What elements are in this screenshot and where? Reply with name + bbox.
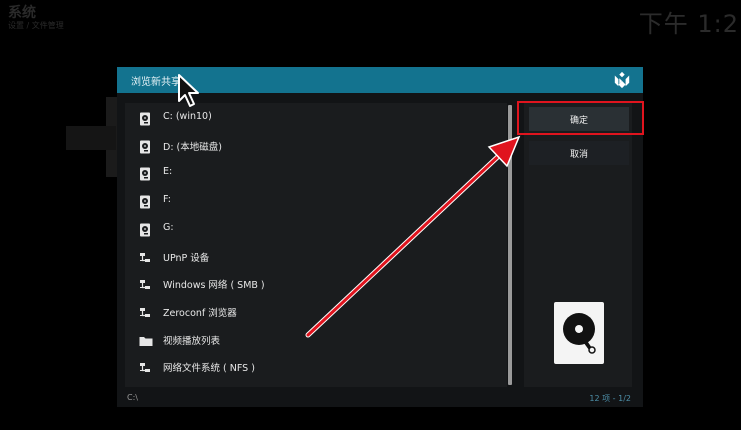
list-item[interactable]: Zeroconf 浏览器 bbox=[133, 301, 507, 323]
preview-panel bbox=[525, 281, 629, 385]
list-item-label: E: bbox=[163, 166, 173, 178]
page-indicator: 12 项 - 1/2 bbox=[589, 394, 631, 403]
list-item[interactable]: UPnP 设备 bbox=[133, 246, 507, 268]
drive-icon bbox=[139, 111, 151, 126]
source-list: C: (win10) D: (本地磁盘) E: F: G: UPnP 设备 Windows … bbox=[125, 103, 507, 387]
list-item[interactable]: G: bbox=[133, 218, 507, 240]
dialog-title: 浏览新共享 bbox=[131, 77, 181, 88]
list-item-label: D: (本地磁盘) bbox=[163, 141, 222, 153]
list-item-label: UPnP 设备 bbox=[163, 252, 210, 264]
network-icon bbox=[139, 305, 151, 319]
list-item-label: 网络文件系统 ( NFS ) bbox=[163, 363, 255, 375]
list-item-label: F: bbox=[163, 194, 171, 206]
browse-share-dialog: 浏览新共享 C: (win10) D: (本地磁盘) E: F: G: UPnP 设备 Wi… bbox=[117, 67, 644, 407]
background-subtitle: 设置 / 文件管理 bbox=[8, 21, 64, 30]
background-title: 系统 bbox=[8, 5, 36, 21]
list-item-label: Zeroconf 浏览器 bbox=[163, 307, 237, 319]
list-item[interactable]: D: (本地磁盘) bbox=[133, 135, 507, 157]
drive-icon bbox=[139, 222, 151, 237]
list-item[interactable]: Windows 网络 ( SMB ) bbox=[133, 273, 507, 295]
folder-icon bbox=[139, 333, 153, 347]
mouse-cursor-icon bbox=[178, 74, 199, 107]
list-item[interactable]: 网络文件系统 ( NFS ) bbox=[133, 356, 507, 378]
drive-icon bbox=[139, 194, 151, 209]
list-item[interactable]: C: (win10) bbox=[133, 107, 507, 129]
drive-icon bbox=[139, 166, 151, 181]
background-shape bbox=[66, 126, 116, 150]
hard-drive-icon bbox=[563, 313, 596, 354]
list-item-label: Windows 网络 ( SMB ) bbox=[163, 280, 265, 292]
cancel-button[interactable]: 取消 bbox=[529, 141, 629, 165]
list-item-label: 视频播放列表 bbox=[163, 335, 221, 347]
list-item-label: G: bbox=[163, 221, 174, 233]
drive-icon bbox=[139, 139, 151, 154]
network-icon bbox=[139, 277, 151, 291]
preview-card bbox=[554, 302, 604, 364]
clock: 下午 1:2 bbox=[638, 10, 739, 38]
list-item[interactable]: F: bbox=[133, 190, 507, 212]
list-item[interactable]: E: bbox=[133, 162, 507, 184]
scrollbar[interactable] bbox=[507, 103, 513, 387]
network-icon bbox=[139, 360, 151, 374]
current-path: C:\ bbox=[127, 393, 138, 402]
scrollbar-thumb[interactable] bbox=[508, 105, 512, 385]
kodi-logo-icon bbox=[614, 71, 630, 89]
ok-button-highlight bbox=[517, 101, 644, 135]
list-item-label: C: (win10) bbox=[163, 111, 212, 122]
network-icon bbox=[139, 250, 151, 264]
list-item[interactable]: 视频播放列表 bbox=[133, 329, 507, 351]
